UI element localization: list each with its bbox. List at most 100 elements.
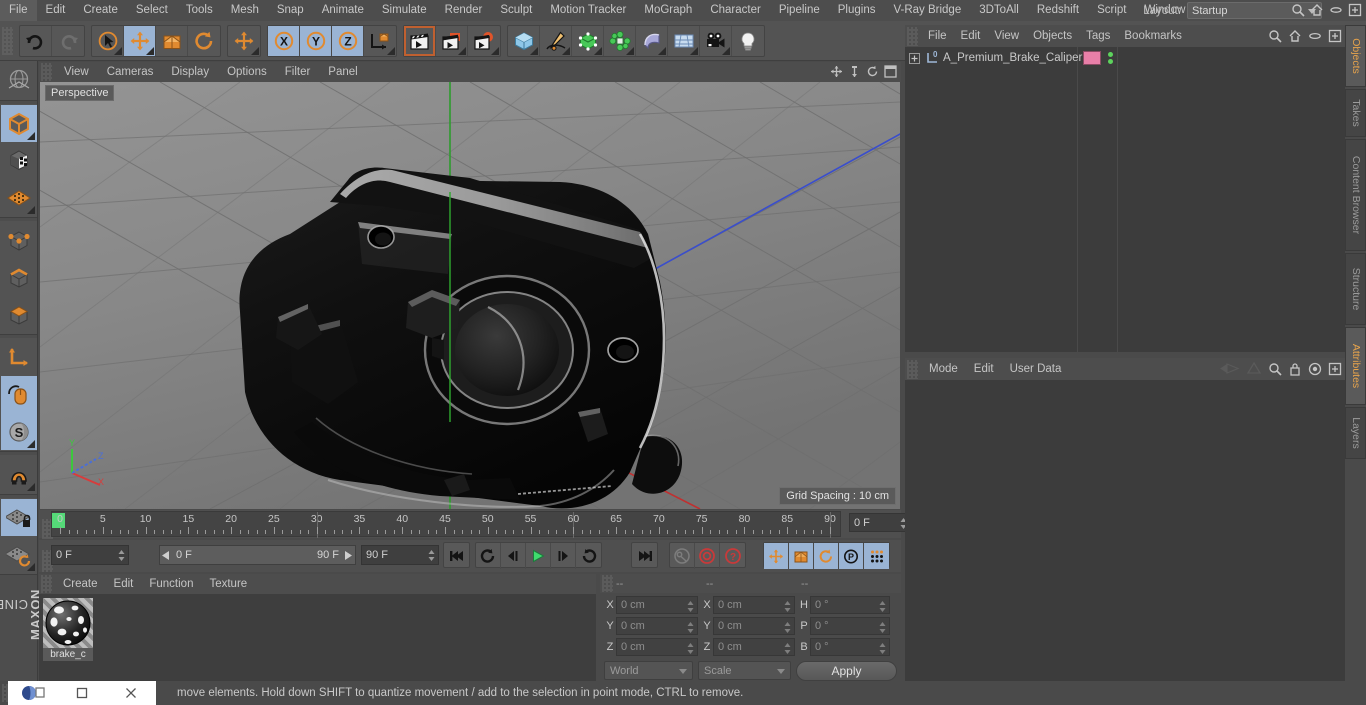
position-field-z[interactable]: 0 cm <box>616 638 698 656</box>
target-icon[interactable] <box>1308 362 1322 376</box>
menu-item-mograph[interactable]: MoGraph <box>635 0 701 21</box>
menu-item-plugins[interactable]: Plugins <box>829 0 885 21</box>
viewport-menu-panel[interactable]: Panel <box>319 62 366 82</box>
spinner-icon[interactable] <box>687 601 694 612</box>
workplane-mode-button[interactable] <box>1 179 37 216</box>
material-item[interactable]: brake_c <box>43 598 93 661</box>
panel-tab-objects[interactable]: Objects <box>1345 25 1366 87</box>
record-active-objects-button[interactable] <box>695 543 720 569</box>
menu-item-sculpt[interactable]: Sculpt <box>491 0 541 21</box>
tag-dots-icon[interactable] <box>1108 52 1113 64</box>
spinner-icon[interactable] <box>784 643 791 654</box>
points-mode-button[interactable] <box>1 222 37 259</box>
size-field-z[interactable]: 0 cm <box>713 638 795 656</box>
y-axis-lock[interactable]: Y <box>300 26 332 56</box>
toolbar-grip-icon[interactable] <box>2 27 13 55</box>
coord-mode-dropdown[interactable]: Scale <box>698 661 791 680</box>
edges-mode-button[interactable] <box>1 259 37 296</box>
viewport-menu-cameras[interactable]: Cameras <box>98 62 163 82</box>
texture-mode-button[interactable] <box>1 142 37 179</box>
size-field-x[interactable]: 0 cm <box>713 596 795 614</box>
home-icon[interactable] <box>1310 3 1324 17</box>
go-to-end-button[interactable] <box>632 543 657 569</box>
size-field-y[interactable]: 0 cm <box>713 617 795 635</box>
home-icon[interactable] <box>1288 29 1302 43</box>
plus-box-icon[interactable] <box>1328 362 1342 376</box>
minimize-window-icon[interactable] <box>57 681 106 705</box>
current-frame-field[interactable]: 0 F <box>51 545 129 565</box>
lock-icon[interactable] <box>1288 362 1302 376</box>
live-selection-tool[interactable] <box>92 26 124 56</box>
play-button[interactable] <box>526 543 551 569</box>
preview-range-bar[interactable]: 0 F 90 F <box>159 545 356 565</box>
add-cube-button[interactable] <box>508 26 540 56</box>
attribute-menu-mode[interactable]: Mode <box>921 358 966 380</box>
step-back-button[interactable] <box>501 543 526 569</box>
range-end-handle-icon[interactable] <box>343 550 352 560</box>
attribute-menu-user-data[interactable]: User Data <box>1002 358 1070 380</box>
polygons-mode-button[interactable] <box>1 296 37 333</box>
enable-snapping-button[interactable] <box>1 376 37 413</box>
menu-item-motion-tracker[interactable]: Motion Tracker <box>541 0 635 21</box>
object-row[interactable]: 0 A_Premium_Brake_Caliper <box>905 47 1345 69</box>
record-pla-button[interactable] <box>864 543 889 569</box>
z-axis-lock[interactable]: Z <box>332 26 364 56</box>
object-grip-icon[interactable] <box>907 26 918 46</box>
previous-keyframe-button[interactable] <box>476 543 501 569</box>
material-menu-edit[interactable]: Edit <box>106 574 142 594</box>
panel-tab-takes[interactable]: Takes <box>1345 89 1366 137</box>
material-tag[interactable] <box>1083 51 1101 65</box>
menu-item-script[interactable]: Script <box>1088 0 1135 21</box>
close-window-icon[interactable] <box>107 681 156 705</box>
add-deformer-button[interactable] <box>604 26 636 56</box>
menu-item-redshift[interactable]: Redshift <box>1028 0 1088 21</box>
viewport-3d[interactable]: Perspective Grid Spacing : 10 cm Y X Z <box>40 82 900 509</box>
menu-item-3dtoall[interactable]: 3DToAll <box>970 0 1028 21</box>
model-mode-button[interactable] <box>1 105 37 142</box>
panel-tab-attributes[interactable]: Attributes <box>1345 327 1366 405</box>
menu-item-character[interactable]: Character <box>701 0 770 21</box>
panel-tab-content-browser[interactable]: Content Browser <box>1345 139 1366 251</box>
render-to-picture-viewer-button[interactable] <box>436 26 468 56</box>
viewport-rotate-icon[interactable] <box>866 65 879 78</box>
coordinates-grip-icon[interactable] <box>602 575 613 592</box>
spinner-icon[interactable] <box>879 601 886 612</box>
position-field-y[interactable]: 0 cm <box>616 617 698 635</box>
object-menu-objects[interactable]: Objects <box>1026 25 1079 47</box>
search-icon[interactable] <box>1291 3 1305 17</box>
spinner-icon[interactable] <box>784 601 791 612</box>
menu-item-select[interactable]: Select <box>127 0 177 21</box>
viewport-menu-filter[interactable]: Filter <box>276 62 320 82</box>
add-light-button[interactable] <box>732 26 764 56</box>
panel-tab-structure[interactable]: Structure <box>1345 253 1366 325</box>
spinner-icon[interactable] <box>428 550 435 561</box>
menu-item-file[interactable]: File <box>0 0 37 21</box>
viewport-scale-icon[interactable] <box>848 65 861 78</box>
apply-button[interactable]: Apply <box>796 660 897 681</box>
axis-modify-button[interactable] <box>1 339 37 376</box>
attribute-menu-edit[interactable]: Edit <box>966 358 1002 380</box>
x-axis-lock[interactable]: X <box>268 26 300 56</box>
rotate-tool[interactable] <box>188 26 220 56</box>
eye-icon[interactable] <box>1308 29 1322 43</box>
menu-item-snap[interactable]: Snap <box>268 0 313 21</box>
spinner-icon[interactable] <box>879 643 886 654</box>
panel-tab-layers[interactable]: Layers <box>1345 407 1366 459</box>
object-menu-view[interactable]: View <box>987 25 1026 47</box>
plus-box-icon[interactable] <box>1328 29 1342 43</box>
record-scale-button[interactable] <box>789 543 814 569</box>
add-spline-button[interactable] <box>540 26 572 56</box>
menu-item-mesh[interactable]: Mesh <box>222 0 268 21</box>
undo-button[interactable] <box>20 26 52 56</box>
menu-item-simulate[interactable]: Simulate <box>373 0 436 21</box>
add-generator-button[interactable] <box>572 26 604 56</box>
object-menu-bookmarks[interactable]: Bookmarks <box>1117 25 1189 47</box>
viewport-maximize-icon[interactable] <box>884 65 897 78</box>
redo-button[interactable] <box>52 26 84 56</box>
rotation-field-p[interactable]: 0 ° <box>810 617 890 635</box>
menu-item-create[interactable]: Create <box>74 0 127 21</box>
timeline-frame-field[interactable]: 0 F <box>849 513 911 532</box>
material-menu-function[interactable]: Function <box>141 574 201 594</box>
rotation-field-h[interactable]: 0 ° <box>810 596 890 614</box>
add-bend-button[interactable] <box>636 26 668 56</box>
